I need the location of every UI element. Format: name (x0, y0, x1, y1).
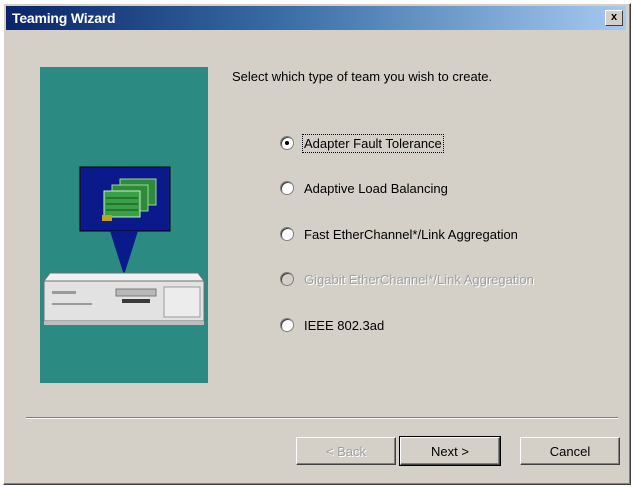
title-bar[interactable]: Teaming Wizard x (6, 6, 626, 30)
radio-fast-etherchannel[interactable] (280, 227, 294, 241)
option-label: Gigabit EtherChannel*/Link Aggregation (304, 271, 534, 287)
radio-adaptive-load-balancing[interactable] (280, 181, 294, 195)
footer-divider (26, 417, 618, 419)
option-label[interactable]: Adaptive Load Balancing (304, 181, 448, 196)
wizard-illustration (40, 67, 208, 383)
option-ieee-8023ad[interactable]: IEEE 802.3ad (280, 315, 384, 335)
close-icon: x (610, 11, 618, 23)
option-label[interactable]: IEEE 802.3ad (304, 318, 384, 333)
cancel-button[interactable]: Cancel (520, 437, 620, 465)
next-button[interactable]: Next > (399, 436, 501, 466)
close-button[interactable]: x (605, 10, 623, 26)
radio-gigabit-etherchannel (280, 272, 294, 286)
team-type-prompt: Select which type of team you wish to cr… (232, 69, 493, 84)
window-title: Teaming Wizard (12, 10, 116, 26)
network-adapters-computer-icon (43, 166, 205, 325)
radio-ieee-8023ad[interactable] (280, 318, 294, 332)
option-label[interactable]: Adapter Fault Tolerance (302, 133, 444, 153)
option-fast-etherchannel[interactable]: Fast EtherChannel*/Link Aggregation (280, 224, 518, 244)
teaming-wizard-dialog: Teaming Wizard x Select which type of te… (3, 3, 631, 485)
back-button: < Back (296, 437, 396, 465)
option-adapter-fault-tolerance[interactable]: Adapter Fault Tolerance (280, 133, 444, 153)
option-label[interactable]: Fast EtherChannel*/Link Aggregation (304, 227, 518, 242)
option-gigabit-etherchannel: Gigabit EtherChannel*/Link Aggregation (280, 269, 534, 289)
radio-adapter-fault-tolerance[interactable] (280, 136, 294, 150)
option-adaptive-load-balancing[interactable]: Adaptive Load Balancing (280, 178, 448, 198)
